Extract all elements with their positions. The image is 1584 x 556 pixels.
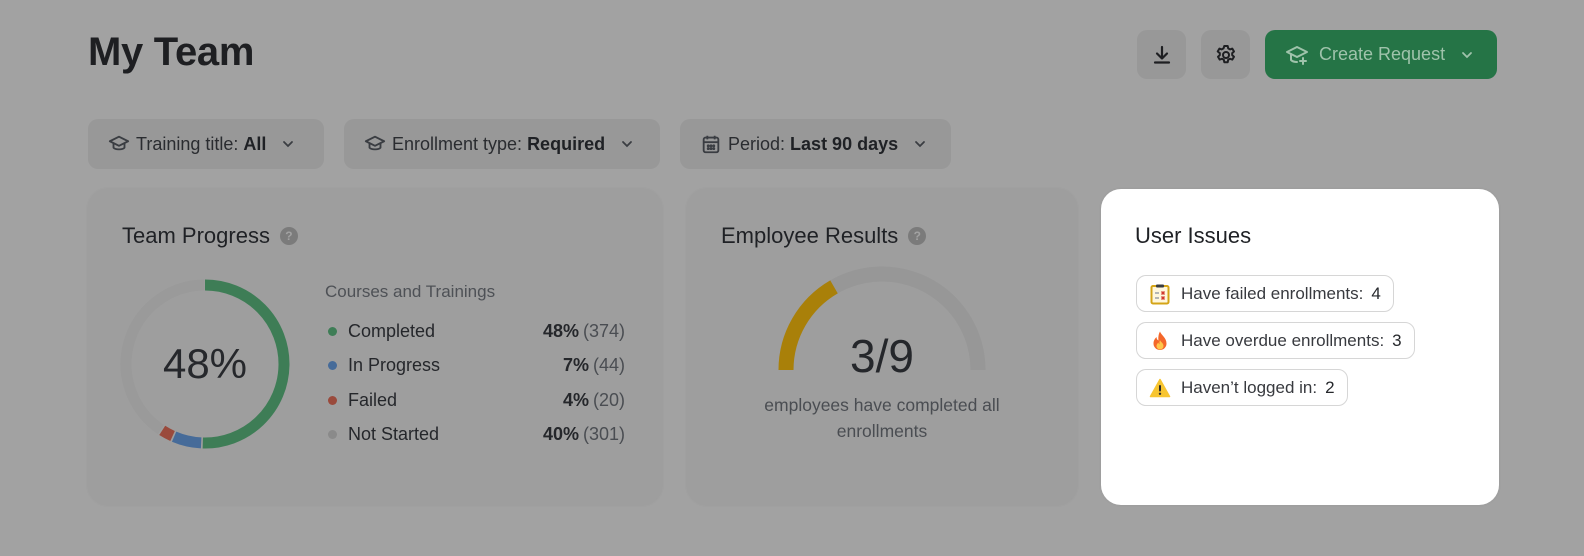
legend-row-not-started: Not Started 40% (301) xyxy=(328,418,625,453)
legend-heading: Courses and Trainings xyxy=(325,282,496,301)
issue-count: 3 xyxy=(1392,330,1402,350)
graduation-cap-icon xyxy=(364,135,386,151)
legend-percent: 4% xyxy=(562,389,589,410)
legend-row-failed: Failed 4% (20) xyxy=(328,383,625,418)
employee-results-card: Employee Results ? 3/9 employees have co… xyxy=(687,189,1077,505)
team-progress-title: Team Progress xyxy=(122,223,270,248)
gauge-value: 3/9 xyxy=(850,330,914,382)
legend-dot xyxy=(328,326,337,336)
issue-label: Have failed enrollments: xyxy=(1181,283,1364,303)
create-request-label: Create Request xyxy=(1319,44,1446,64)
download-button[interactable] xyxy=(1137,30,1186,79)
filter-value: All xyxy=(243,133,267,154)
graduation-cap-icon xyxy=(108,135,130,151)
legend-label: Completed xyxy=(348,320,436,341)
legend-percent: 48% xyxy=(542,320,579,341)
legend-dot xyxy=(328,395,337,405)
card-title: Employee Results ? xyxy=(721,223,927,249)
gauge-caption: employees have completed all enrollments xyxy=(764,395,1000,441)
issue-not-logged-in[interactable]: Haven’t logged in: 2 xyxy=(1136,369,1348,406)
legend-row-in-progress: In Progress 7% (44) xyxy=(328,349,625,384)
team-progress-card: Team Progress ? 48% Courses and Training… xyxy=(88,189,662,505)
card-title: Team Progress ? xyxy=(122,223,298,249)
legend-label: Failed xyxy=(348,389,398,410)
filter-label: Enrollment type: xyxy=(392,133,523,154)
help-icon[interactable]: ? xyxy=(279,227,298,245)
filter-value: Required xyxy=(527,133,606,154)
issue-count: 2 xyxy=(1325,377,1335,397)
issue-label: Haven’t logged in: xyxy=(1181,377,1318,397)
issue-count: 4 xyxy=(1371,283,1381,303)
legend-count: (301) xyxy=(582,424,625,445)
legend-dot xyxy=(328,361,337,371)
issue-failed-enrollments[interactable]: Have failed enrollments: 4 xyxy=(1136,275,1394,312)
graduation-cap-plus-icon xyxy=(1286,45,1308,65)
fire-icon xyxy=(1149,330,1171,352)
legend-percent: 7% xyxy=(562,355,589,376)
user-issues-card: User Issues Have failed enrollments: 4 H… xyxy=(1101,189,1499,505)
chevron-down-icon xyxy=(915,141,926,148)
my-team-page: My Team Create Request Training title: A… xyxy=(0,0,1584,556)
settings-button[interactable] xyxy=(1201,30,1250,79)
legend-row-completed: Completed 48% (374) xyxy=(328,314,625,349)
user-issues-title: User Issues xyxy=(1135,223,1252,248)
chevron-down-icon xyxy=(622,141,632,148)
download-icon xyxy=(1153,45,1170,64)
legend-label: In Progress xyxy=(348,355,441,376)
employee-results-title: Employee Results xyxy=(721,223,899,248)
filter-label: Training title: xyxy=(136,133,239,154)
progress-donut-chart: 48% xyxy=(116,275,294,453)
gear-icon xyxy=(1216,44,1235,63)
filter-enrollment-type[interactable]: Enrollment type: Required xyxy=(344,119,660,169)
legend-percent: 40% xyxy=(542,424,579,445)
donut-center-label: 48% xyxy=(162,340,248,387)
card-title: User Issues xyxy=(1135,223,1251,249)
clipboard-failed-icon xyxy=(1149,283,1171,305)
legend-count: (374) xyxy=(582,320,625,341)
legend-dot xyxy=(328,430,337,440)
legend-label: Not Started xyxy=(348,424,440,445)
filter-value: Last 90 days xyxy=(790,133,899,154)
warning-icon xyxy=(1149,377,1171,399)
chevron-down-icon xyxy=(283,141,294,148)
progress-legend: Completed 48% (374) In Progress 7% (44) … xyxy=(328,314,625,452)
page-title: My Team xyxy=(88,30,255,74)
filter-label: Period: xyxy=(728,133,786,154)
chevron-down-icon xyxy=(1462,51,1472,58)
issue-overdue-enrollments[interactable]: Have overdue enrollments: 3 xyxy=(1136,322,1415,359)
legend-count: (20) xyxy=(592,389,625,410)
legend-count: (44) xyxy=(592,355,625,376)
filter-period[interactable]: Period: Last 90 days xyxy=(680,119,951,169)
filter-training-title[interactable]: Training title: All xyxy=(88,119,324,169)
issue-label: Have overdue enrollments: xyxy=(1181,330,1385,350)
help-icon[interactable]: ? xyxy=(908,227,927,245)
create-request-button[interactable]: Create Request xyxy=(1265,30,1497,79)
calendar-icon xyxy=(702,135,720,154)
